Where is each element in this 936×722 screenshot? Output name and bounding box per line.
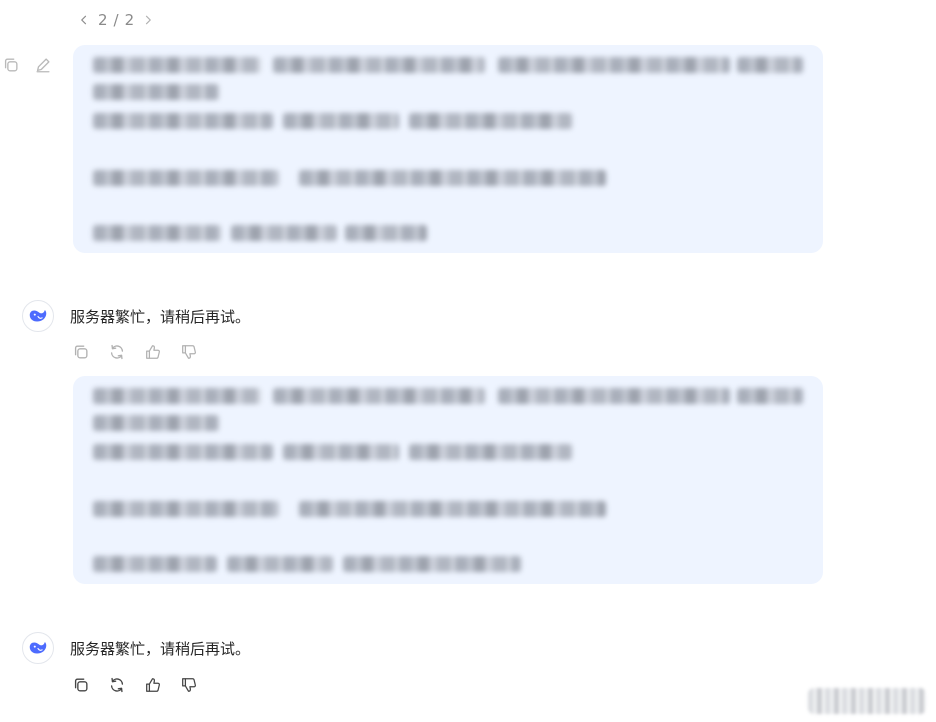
chevron-right-icon xyxy=(146,15,152,25)
copy-user-message-button[interactable] xyxy=(0,54,22,76)
redacted-text xyxy=(283,113,399,129)
like-reply-button[interactable] xyxy=(142,341,164,363)
redacted-text xyxy=(227,556,333,572)
redacted-text xyxy=(283,444,399,460)
pager-total: 2 xyxy=(124,11,135,29)
redacted-text xyxy=(93,170,279,186)
redacted-text xyxy=(93,225,221,241)
thumbs-down-icon xyxy=(182,678,196,692)
copy-icon xyxy=(74,345,88,359)
redacted-text xyxy=(299,170,606,186)
regenerate-reply-button[interactable] xyxy=(106,674,128,696)
assistant-message-text: 服务器繁忙，请稍后再试。 xyxy=(70,308,251,326)
redacted-text xyxy=(93,57,261,73)
message-version-pager: 2 / 2 xyxy=(76,9,156,31)
assistant-message-text: 服务器繁忙，请稍后再试。 xyxy=(70,640,251,658)
like-reply-button[interactable] xyxy=(142,674,164,696)
chevron-left-icon xyxy=(81,15,87,25)
assistant-message-actions xyxy=(70,341,200,363)
copy-reply-button[interactable] xyxy=(70,674,92,696)
whale-logo-icon xyxy=(29,310,47,322)
regenerate-reply-button[interactable] xyxy=(106,341,128,363)
thumbs-up-icon xyxy=(146,345,160,359)
redacted-text xyxy=(409,113,572,129)
whale-logo-icon xyxy=(29,642,47,654)
redacted-text xyxy=(93,415,219,431)
redacted-text xyxy=(345,225,427,241)
watermark xyxy=(808,688,926,714)
user-message-bubble xyxy=(73,376,823,584)
regenerate-icon xyxy=(110,677,124,693)
next-version-button[interactable] xyxy=(140,12,156,28)
assistant-avatar xyxy=(22,632,54,664)
assistant-avatar xyxy=(22,300,54,332)
redacted-text xyxy=(737,57,803,73)
redacted-text xyxy=(498,57,730,73)
redacted-text xyxy=(231,225,337,241)
user-message-actions xyxy=(0,54,54,76)
redacted-text xyxy=(299,501,606,517)
assistant-message-actions xyxy=(70,674,200,696)
thumbs-up-icon xyxy=(146,678,160,692)
edit-icon xyxy=(36,58,50,73)
dislike-reply-button[interactable] xyxy=(178,674,200,696)
redacted-text xyxy=(273,388,485,404)
redacted-text xyxy=(93,556,217,572)
prev-version-button[interactable] xyxy=(76,12,92,28)
redacted-text xyxy=(93,84,219,100)
copy-reply-button[interactable] xyxy=(70,341,92,363)
dislike-reply-button[interactable] xyxy=(178,341,200,363)
redacted-text xyxy=(93,113,273,129)
edit-user-message-button[interactable] xyxy=(32,54,54,76)
regenerate-icon xyxy=(110,344,124,360)
redacted-text xyxy=(498,388,730,404)
redacted-text xyxy=(93,444,273,460)
redacted-text xyxy=(737,388,803,404)
pager-separator: / xyxy=(113,11,119,29)
redacted-text xyxy=(93,501,279,517)
thumbs-down-icon xyxy=(182,345,196,359)
copy-icon xyxy=(4,58,18,72)
redacted-text xyxy=(409,444,572,460)
pager-current: 2 xyxy=(98,11,108,29)
user-message-bubble xyxy=(73,45,823,253)
redacted-text xyxy=(93,388,261,404)
redacted-text xyxy=(343,556,521,572)
redacted-text xyxy=(273,57,485,73)
copy-icon xyxy=(74,678,88,692)
